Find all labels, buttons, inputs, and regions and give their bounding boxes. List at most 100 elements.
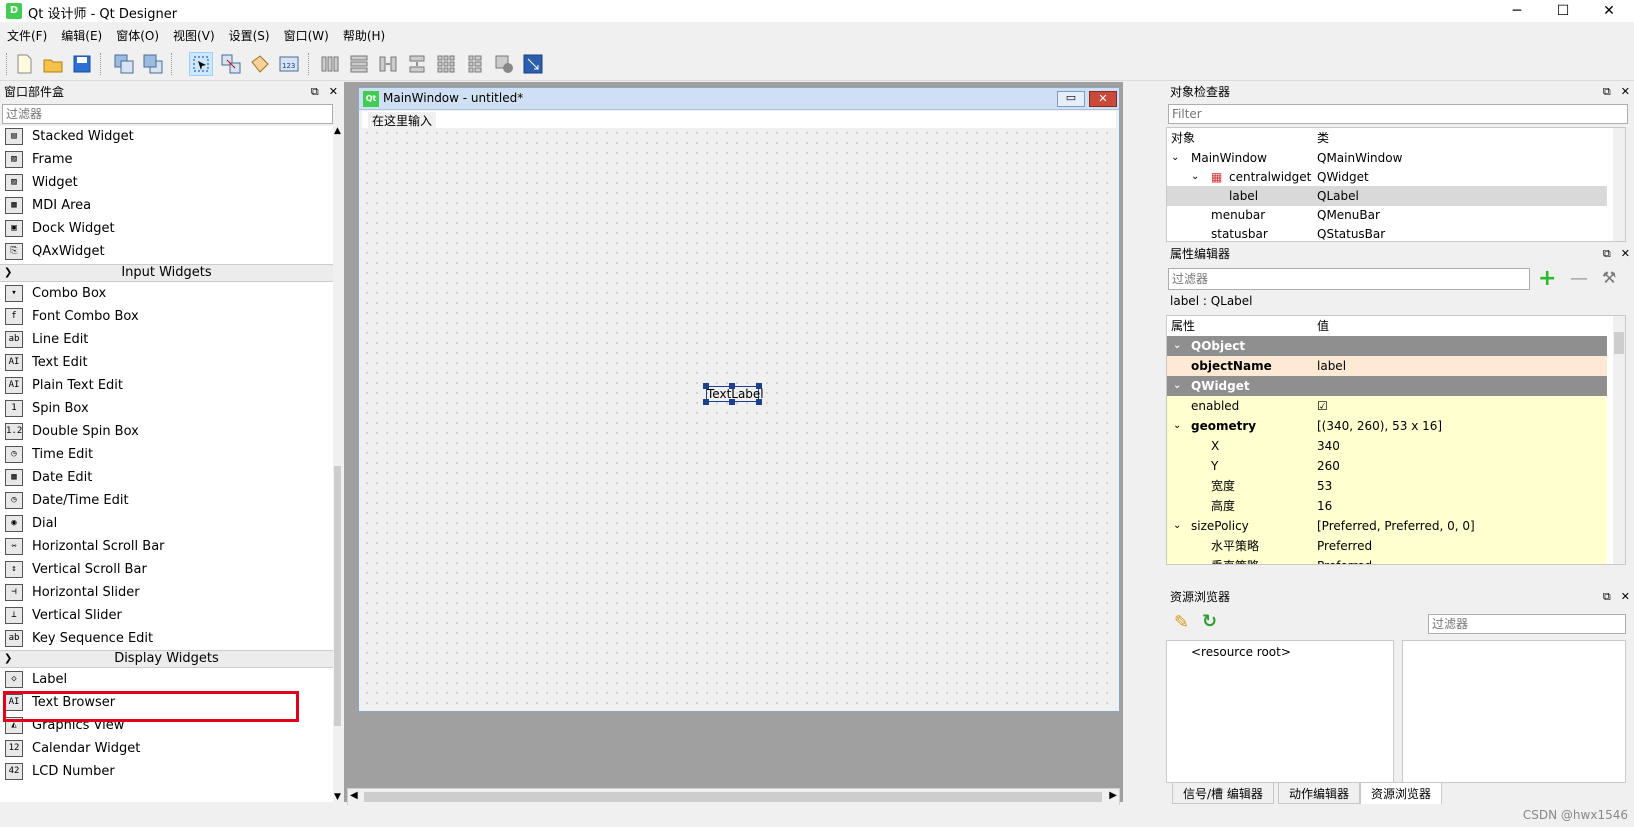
- scroll-left-icon[interactable]: ◀: [350, 790, 358, 801]
- remove-property-icon[interactable]: —: [1570, 268, 1588, 289]
- tree-row[interactable]: menubar QMenuBar: [1167, 205, 1607, 225]
- chevron-down-icon[interactable]: ⌄: [1191, 167, 1199, 187]
- property-value[interactable]: [(340, 260), 53 x 16]: [1317, 416, 1442, 436]
- property-filter-input[interactable]: [1168, 268, 1530, 290]
- tree-row[interactable]: ⌄ MainWindow QMainWindow: [1167, 148, 1607, 168]
- chevron-down-icon[interactable]: ⌄: [1173, 336, 1181, 356]
- reload-icon[interactable]: ↻: [1202, 611, 1217, 632]
- edit-buddies-icon[interactable]: [248, 52, 272, 76]
- chevron-down-icon[interactable]: ⌄: [1173, 416, 1181, 436]
- resize-handle[interactable]: [756, 383, 762, 389]
- save-icon[interactable]: [70, 52, 94, 76]
- menu-window[interactable]: 窗口(W): [277, 26, 336, 46]
- property-value[interactable]: 16: [1317, 496, 1332, 516]
- resource-root-item[interactable]: <resource root>: [1191, 645, 1291, 659]
- scroll-up-icon[interactable]: ▲: [334, 126, 341, 136]
- scrollbar-thumb[interactable]: [1614, 332, 1624, 354]
- column-header[interactable]: 对象: [1171, 128, 1195, 148]
- open-folder-icon[interactable]: [41, 52, 65, 76]
- chevron-down-icon[interactable]: ⌄: [1173, 376, 1181, 396]
- property-value[interactable]: 260: [1317, 456, 1340, 476]
- resize-handle[interactable]: [729, 399, 735, 405]
- property-value[interactable]: label: [1317, 356, 1346, 376]
- scroll-right-icon[interactable]: ▶: [1109, 790, 1117, 801]
- widget-filter-input[interactable]: [2, 104, 333, 124]
- property-row[interactable]: 宽度 53: [1167, 476, 1607, 496]
- widget-list-scrollbar[interactable]: ▲ ▼: [333, 126, 342, 802]
- chevron-down-icon[interactable]: ⌄: [1171, 148, 1179, 168]
- menu-help[interactable]: 帮助(H): [336, 26, 392, 46]
- list-item[interactable]: AI Text Edit: [0, 351, 333, 374]
- edit-tab-order-icon[interactable]: 123: [277, 52, 301, 76]
- scrollbar-thumb[interactable]: [334, 466, 341, 726]
- list-item[interactable]: ▤ Stacked Widget: [0, 126, 333, 148]
- enabled-checkbox[interactable]: ☑: [1317, 396, 1328, 416]
- close-icon[interactable]: ✕: [1621, 85, 1630, 98]
- form-close-button[interactable]: ✕: [1089, 91, 1117, 107]
- layout-form-icon[interactable]: [463, 52, 487, 76]
- property-table-scrollbar[interactable]: [1613, 316, 1625, 564]
- property-group[interactable]: ⌄ QObject: [1167, 336, 1607, 356]
- list-item[interactable]: 12 Calendar Widget: [0, 737, 333, 760]
- close-icon[interactable]: ✕: [1621, 247, 1630, 260]
- scroll-down-icon[interactable]: ▼: [334, 792, 341, 802]
- menu-view[interactable]: 视图(V): [166, 26, 222, 46]
- list-item[interactable]: 42 LCD Number: [0, 760, 333, 783]
- add-property-icon[interactable]: +: [1538, 266, 1556, 291]
- column-header[interactable]: 属性: [1171, 316, 1195, 336]
- layout-grid-icon[interactable]: [434, 52, 458, 76]
- list-item[interactable]: ◇ Label: [0, 668, 333, 691]
- column-header[interactable]: 类: [1317, 128, 1329, 148]
- float-icon[interactable]: ⧉: [1603, 247, 1611, 260]
- minimize-button[interactable]: ─: [1494, 0, 1540, 22]
- edit-widgets-icon[interactable]: [189, 52, 213, 76]
- form-window[interactable]: Qt MainWindow - untitled* ▭ ✕ 在这里输入 Text…: [358, 87, 1120, 712]
- property-value[interactable]: [Preferred, Preferred, 0, 0]: [1317, 516, 1475, 536]
- list-item[interactable]: ◉ Dial: [0, 512, 333, 535]
- mdi-horizontal-scrollbar[interactable]: ◀ ▶: [347, 788, 1120, 806]
- list-item[interactable]: ▦ MDI Area: [0, 194, 333, 217]
- maximize-button[interactable]: ☐: [1540, 0, 1586, 22]
- property-value[interactable]: 53: [1317, 476, 1332, 496]
- property-row[interactable]: X 340: [1167, 436, 1607, 456]
- float-icon[interactable]: ⧉: [1603, 590, 1611, 603]
- property-value[interactable]: 340: [1317, 436, 1340, 456]
- property-row[interactable]: objectName label: [1167, 356, 1607, 376]
- property-row[interactable]: ⌄ sizePolicy [Preferred, Preferred, 0, 0]: [1167, 516, 1607, 536]
- form-title-bar[interactable]: Qt MainWindow - untitled* ▭ ✕: [359, 88, 1119, 110]
- close-button[interactable]: ✕: [1586, 0, 1632, 22]
- menu-settings[interactable]: 设置(S): [222, 26, 277, 46]
- tab-action-editor[interactable]: 动作编辑器: [1278, 782, 1361, 804]
- edit-signals-icon[interactable]: [219, 52, 243, 76]
- close-icon[interactable]: ✕: [1621, 590, 1630, 603]
- list-item[interactable]: ab Line Edit: [0, 328, 333, 351]
- category-input-widgets[interactable]: ❯ Input Widgets: [0, 264, 333, 282]
- close-icon[interactable]: ✕: [329, 85, 338, 98]
- property-row[interactable]: 水平策略 Preferred: [1167, 536, 1607, 556]
- resize-handle[interactable]: [703, 399, 709, 405]
- scrollbar-thumb[interactable]: [364, 792, 1102, 802]
- form-minimize-button[interactable]: ▭: [1057, 91, 1085, 107]
- list-item[interactable]: ▨ Frame: [0, 148, 333, 171]
- list-item[interactable]: 1 Spin Box: [0, 397, 333, 420]
- property-row[interactable]: 垂直策略 Preferred: [1167, 556, 1607, 564]
- menu-form[interactable]: 窗体(O): [109, 26, 166, 46]
- list-item[interactable]: ↕ Vertical Scroll Bar: [0, 558, 333, 581]
- property-row[interactable]: 高度 16: [1167, 496, 1607, 516]
- menu-file[interactable]: 文件(F): [0, 26, 54, 46]
- break-layout-icon[interactable]: [492, 52, 516, 76]
- list-item[interactable]: ▨ Widget: [0, 171, 333, 194]
- layout-v-splitter-icon[interactable]: [405, 52, 429, 76]
- tree-row[interactable]: ⌄ ▦ centralwidget QWidget: [1167, 167, 1607, 187]
- tab-signal-slot-editor[interactable]: 信号/槽 编辑器: [1172, 782, 1274, 804]
- layout-vertical-icon[interactable]: [347, 52, 371, 76]
- list-item[interactable]: ▦ Date Edit: [0, 466, 333, 489]
- form-canvas[interactable]: TextLabel: [362, 128, 1116, 708]
- form-menu-placeholder[interactable]: 在这里输入: [368, 112, 437, 129]
- category-display-widgets[interactable]: ❯ Display Widgets: [0, 650, 333, 668]
- list-item[interactable]: ab Key Sequence Edit: [0, 627, 333, 650]
- list-item[interactable]: AI Plain Text Edit: [0, 374, 333, 397]
- resize-handle[interactable]: [729, 383, 735, 389]
- column-header[interactable]: 值: [1317, 316, 1329, 336]
- chevron-down-icon[interactable]: ⌄: [1173, 516, 1181, 536]
